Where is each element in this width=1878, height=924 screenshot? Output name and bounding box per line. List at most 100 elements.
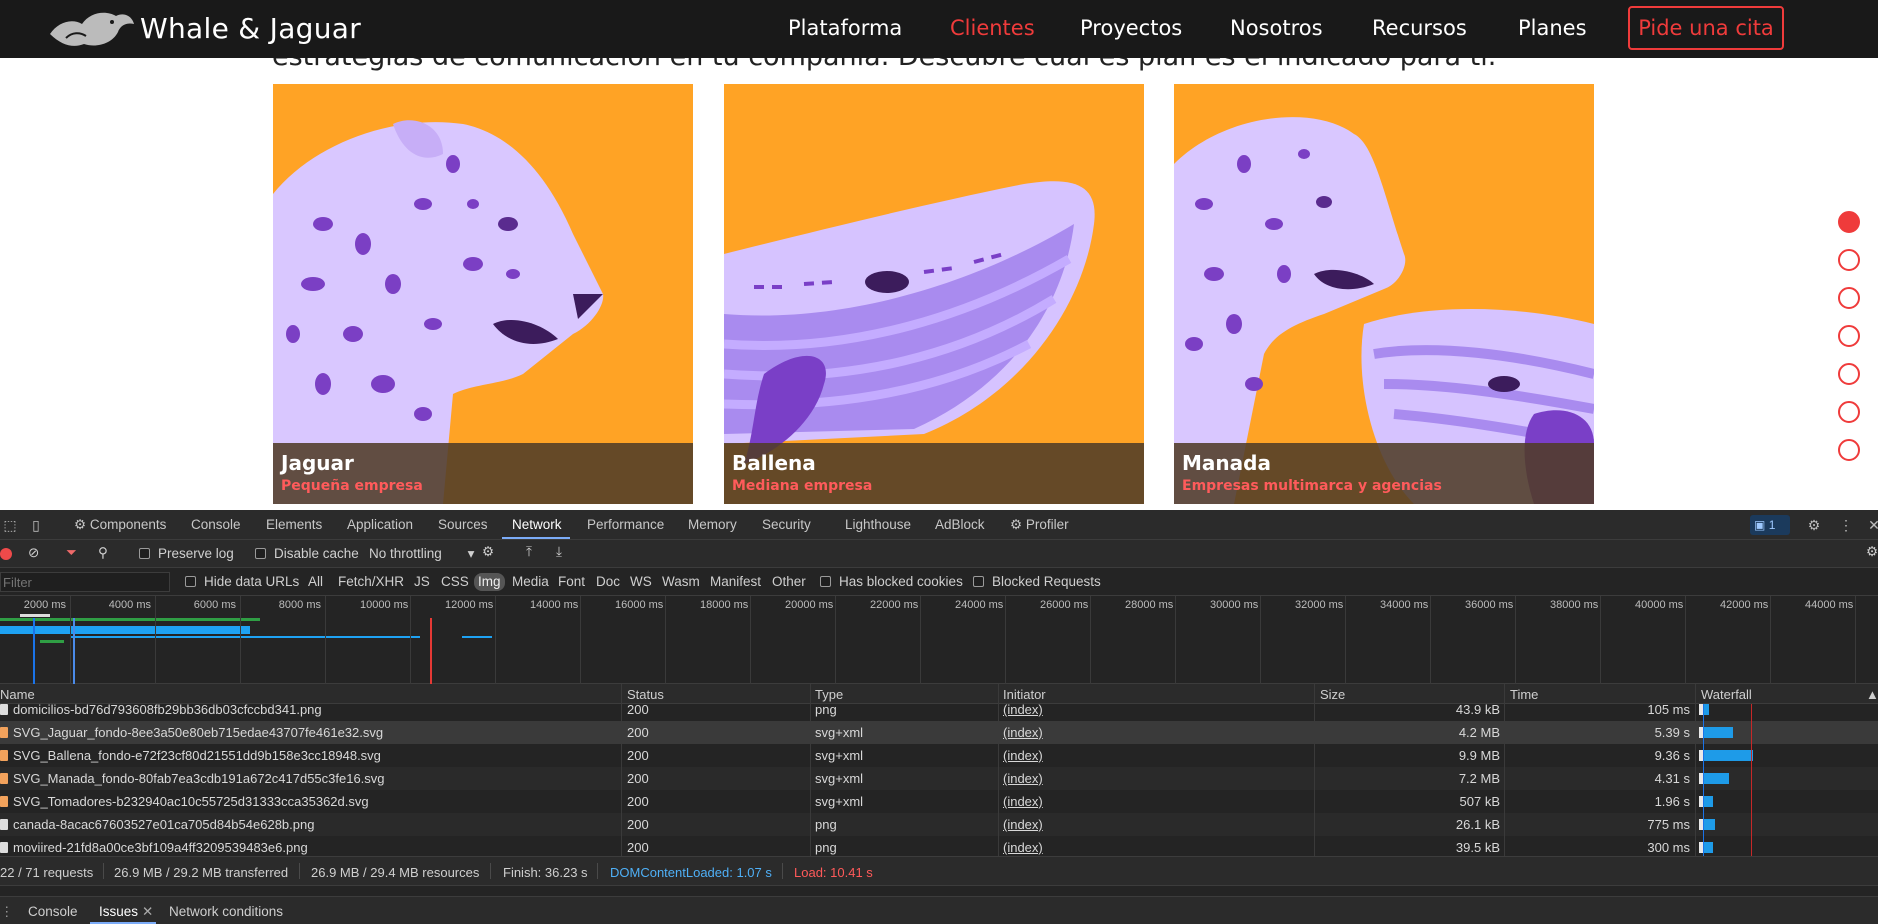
settings-gear-icon[interactable]: ⚙ <box>1804 515 1824 535</box>
request-name[interactable]: SVG_Jaguar_fondo-8ee3a50e80eb715edae4370… <box>13 725 383 740</box>
request-row[interactable]: canada-8acac67603527e01ca705d84b54e628b.… <box>0 813 1878 836</box>
request-name[interactable]: moviired-21fd8a00ce3bf109a4ff3209539483e… <box>13 840 308 855</box>
request-row[interactable]: SVG_Ballena_fondo-e72f23cf80d21551dd9b15… <box>0 744 1878 767</box>
filter-manifest[interactable]: Manifest <box>710 574 761 589</box>
tab-sources[interactable]: Sources <box>438 517 488 532</box>
column-divider[interactable] <box>1314 684 1315 856</box>
filter-css[interactable]: CSS <box>441 574 469 589</box>
request-initiator-link[interactable]: (index) <box>1003 794 1043 809</box>
request-row[interactable]: SVG_Jaguar_fondo-8ee3a50e80eb715edae4370… <box>0 721 1878 744</box>
close-icon[interactable]: ✕ <box>142 904 153 920</box>
request-name[interactable]: SVG_Tomadores-b232940ac10c55725d31333cca… <box>13 794 369 809</box>
request-initiator-link[interactable]: (index) <box>1003 817 1043 832</box>
column-divider[interactable] <box>621 684 622 856</box>
filter-js[interactable]: JS <box>414 574 430 589</box>
network-overview-timeline[interactable]: 2000 ms 4000 ms 6000 ms 8000 ms 10000 ms 1200… <box>0 596 1878 684</box>
column-initiator[interactable]: Initiator <box>1003 687 1046 702</box>
nav-clientes[interactable]: Clientes <box>950 16 1035 40</box>
device-toolbar-icon[interactable]: ▯ <box>26 515 46 535</box>
plan-card-ballena[interactable]: Ballena Mediana empresa <box>724 84 1144 504</box>
column-status[interactable]: Status <box>627 687 664 702</box>
column-divider[interactable] <box>998 684 999 856</box>
request-name[interactable]: canada-8acac67603527e01ca705d84b54e628b.… <box>13 817 314 832</box>
column-type[interactable]: Type <box>815 687 843 702</box>
throttling-select[interactable]: No throttling ▾ <box>369 546 474 562</box>
tab-performance[interactable]: Performance <box>587 517 664 532</box>
request-name[interactable]: domicilios-bd76d793608fb29bb36db03cfccbd… <box>13 704 322 717</box>
filter-other[interactable]: Other <box>772 574 806 589</box>
clear-icon[interactable]: ⊘ <box>28 545 39 561</box>
more-options-icon[interactable]: ⋮ <box>1836 515 1856 535</box>
tab-components[interactable]: ⚙ Components <box>74 517 166 533</box>
filter-img[interactable]: Img <box>474 573 505 591</box>
filter-input[interactable] <box>0 572 170 592</box>
plan-card-jaguar[interactable]: Jaguar Pequeña empresa <box>273 84 693 504</box>
column-waterfall[interactable]: Waterfall <box>1701 687 1752 702</box>
request-row[interactable]: domicilios-bd76d793608fb29bb36db03cfccbd… <box>0 704 1878 721</box>
request-initiator-link[interactable]: (index) <box>1003 748 1043 763</box>
request-initiator-link[interactable]: (index) <box>1003 704 1043 717</box>
section-dot[interactable] <box>1838 325 1860 347</box>
tab-console[interactable]: Console <box>191 517 241 532</box>
filter-media[interactable]: Media <box>512 574 549 589</box>
tab-memory[interactable]: Memory <box>688 517 737 532</box>
network-conditions-icon[interactable]: ⚙ <box>482 544 494 560</box>
filter-ws[interactable]: WS <box>630 574 652 589</box>
issues-badge[interactable]: ▣ 1 <box>1750 515 1790 535</box>
has-blocked-cookies-checkbox[interactable] <box>820 576 831 587</box>
blocked-requests-checkbox[interactable] <box>973 576 984 587</box>
section-dot[interactable] <box>1838 363 1860 385</box>
nav-planes[interactable]: Planes <box>1518 16 1587 40</box>
plan-card-manada[interactable]: Manada Empresas multimarca y agencias <box>1174 84 1594 504</box>
drawer-menu-icon[interactable]: ⋮ <box>0 904 14 920</box>
filter-doc[interactable]: Doc <box>596 574 620 589</box>
request-row[interactable]: SVG_Tomadores-b232940ac10c55725d31333cca… <box>0 790 1878 813</box>
nav-nosotros[interactable]: Nosotros <box>1230 16 1323 40</box>
filter-font[interactable]: Font <box>558 574 585 589</box>
inspect-element-icon[interactable]: ⬚ <box>0 515 20 535</box>
column-divider[interactable] <box>1504 684 1505 856</box>
tab-security[interactable]: Security <box>762 517 811 532</box>
tab-network[interactable]: Network <box>512 517 562 532</box>
request-name[interactable]: SVG_Manada_fondo-80fab7ea3cdb191a672c417… <box>13 771 385 786</box>
request-initiator-link[interactable]: (index) <box>1003 840 1043 855</box>
search-icon[interactable]: ⚲ <box>98 545 108 561</box>
nav-proyectos[interactable]: Proyectos <box>1080 16 1182 40</box>
request-name[interactable]: SVG_Ballena_fondo-e72f23cf80d21551dd9b15… <box>13 748 381 763</box>
nav-recursos[interactable]: Recursos <box>1372 16 1467 40</box>
column-divider[interactable] <box>810 684 811 856</box>
section-dot[interactable] <box>1838 211 1860 233</box>
preserve-log-checkbox[interactable] <box>139 548 150 559</box>
filter-wasm[interactable]: Wasm <box>662 574 700 589</box>
column-name[interactable]: Name <box>0 687 35 702</box>
hide-data-urls-checkbox[interactable] <box>185 576 196 587</box>
sort-ascending-icon[interactable]: ▲ <box>1866 687 1878 702</box>
column-size[interactable]: Size <box>1320 687 1345 702</box>
book-appointment-button[interactable]: Pide una cita <box>1628 6 1784 50</box>
column-divider[interactable] <box>1695 684 1696 856</box>
section-dot[interactable] <box>1838 439 1860 461</box>
drawer-tab-console[interactable]: Console <box>28 904 78 919</box>
drawer-tab-issues[interactable]: Issues <box>99 904 138 919</box>
logo-icon[interactable] <box>46 4 138 54</box>
disable-cache-checkbox[interactable] <box>255 548 266 559</box>
record-icon[interactable] <box>0 548 12 560</box>
drawer-tab-network-conditions[interactable]: Network conditions <box>169 904 283 919</box>
network-settings-icon[interactable]: ⚙ <box>1866 544 1878 560</box>
nav-plataforma[interactable]: Plataforma <box>788 16 902 40</box>
filter-fetch-xhr[interactable]: Fetch/XHR <box>338 574 404 589</box>
column-time[interactable]: Time <box>1510 687 1538 702</box>
tab-application[interactable]: Application <box>347 517 413 532</box>
request-initiator-link[interactable]: (index) <box>1003 725 1043 740</box>
export-har-icon[interactable]: ⤓ <box>556 544 562 560</box>
section-dot[interactable] <box>1838 401 1860 423</box>
section-dot[interactable] <box>1838 287 1860 309</box>
request-row[interactable]: moviired-21fd8a00ce3bf109a4ff3209539483e… <box>0 836 1878 856</box>
import-har-icon[interactable]: ⤒ <box>526 544 532 560</box>
tab-elements[interactable]: Elements <box>266 517 322 532</box>
tab-lighthouse[interactable]: Lighthouse <box>845 517 911 532</box>
request-initiator-link[interactable]: (index) <box>1003 771 1043 786</box>
tab-adblock[interactable]: AdBlock <box>935 517 985 532</box>
request-row[interactable]: SVG_Manada_fondo-80fab7ea3cdb191a672c417… <box>0 767 1878 790</box>
section-dot[interactable] <box>1838 249 1860 271</box>
